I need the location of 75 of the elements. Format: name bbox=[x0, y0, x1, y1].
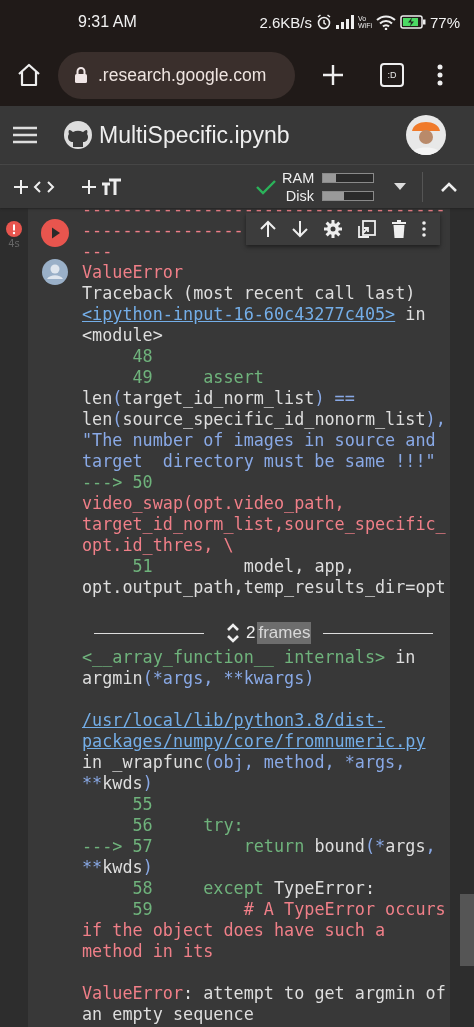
menu-icon[interactable] bbox=[437, 64, 443, 86]
file-link[interactable]: <ipython-input-16-60c43277c405> bbox=[82, 304, 396, 325]
avatar[interactable] bbox=[406, 115, 446, 155]
code-line: ---> 57 return bound(*args, bbox=[82, 836, 436, 857]
code-line: if the object does have such a bbox=[82, 920, 386, 941]
execution-time: 4s bbox=[8, 238, 20, 249]
battery-icon bbox=[399, 15, 426, 29]
code-line: len(source_specific_id_nonorm_list), bbox=[82, 409, 446, 430]
code-line: 49 assert bbox=[131, 367, 264, 388]
code-line: 56 try: bbox=[131, 815, 244, 836]
network-speed: 2.6KB/s bbox=[259, 13, 312, 31]
clock-time: 9:31 AM bbox=[78, 13, 137, 31]
expand-collapse-icon[interactable] bbox=[226, 621, 240, 645]
resource-meter bbox=[322, 190, 374, 201]
code-line: **kwds) bbox=[82, 857, 153, 878]
resource-label: RAM bbox=[282, 169, 314, 186]
check-icon bbox=[256, 178, 276, 195]
tab-switcher-button[interactable]: :D bbox=[380, 63, 404, 87]
code-line: **kwds) bbox=[82, 773, 153, 794]
code-line: argmin(*args, **kwargs) bbox=[82, 668, 315, 689]
github-icon bbox=[63, 120, 93, 150]
code-line: 59 # A TypeError occurs bbox=[131, 899, 446, 920]
battery-percent: 77% bbox=[429, 13, 460, 31]
code-line: --- bbox=[82, 241, 113, 262]
resource-label: Disk bbox=[284, 187, 314, 204]
code-line: video_swap(opt.video_path, bbox=[82, 493, 345, 514]
code-line: target directory must be same !!!" bbox=[82, 451, 436, 472]
code-line: <module> bbox=[82, 325, 163, 346]
output-user-icon bbox=[42, 259, 68, 285]
code-line: Traceback (most recent call last) bbox=[82, 283, 416, 304]
run-button[interactable] bbox=[41, 219, 69, 247]
resource-meter bbox=[322, 172, 374, 183]
code-line: opt.id_thres, \ bbox=[82, 535, 234, 556]
code-line: 58 except TypeError: bbox=[131, 878, 375, 899]
code-line: 55 bbox=[131, 794, 153, 815]
settings-icon[interactable] bbox=[324, 220, 342, 238]
frames-toggle[interactable]: frames bbox=[257, 622, 312, 644]
chevron-up-icon[interactable] bbox=[440, 180, 458, 193]
menu-icon[interactable] bbox=[13, 126, 37, 144]
code-line: ---> 50 bbox=[82, 472, 153, 493]
code-line: in _wrapfunc(obj, method, *args, bbox=[82, 752, 406, 773]
code-line: ValueError bbox=[82, 262, 184, 283]
code-line: 48 bbox=[131, 346, 153, 367]
more-icon[interactable] bbox=[422, 221, 426, 237]
new-tab-icon[interactable] bbox=[322, 64, 344, 86]
add-text-icon[interactable] bbox=[82, 177, 122, 196]
code-line: len(target_id_norm_list) == bbox=[82, 388, 355, 409]
move-down-icon[interactable] bbox=[292, 220, 308, 238]
code-line: opt.output_path,temp_results_dir=opt bbox=[82, 577, 446, 598]
code-line: method in its bbox=[82, 941, 214, 962]
move-up-icon[interactable] bbox=[260, 220, 276, 238]
code-line: ---------------- bbox=[82, 220, 244, 241]
code-line: ValueError: attempt to get argmin of bbox=[82, 983, 446, 1004]
lock-icon bbox=[74, 66, 88, 84]
file-link[interactable]: /usr/local/lib/python3.8/dist- bbox=[82, 710, 386, 731]
open-in-window-icon[interactable] bbox=[358, 220, 376, 238]
url-text: .research.google.com bbox=[98, 64, 267, 86]
address-bar[interactable]: .research.google.com bbox=[58, 51, 295, 99]
notebook-title[interactable]: MultiSpecific.ipynb bbox=[99, 121, 290, 149]
signal-icon bbox=[335, 15, 354, 29]
scrollbar-thumb[interactable] bbox=[460, 894, 474, 966]
wifi-icon bbox=[375, 14, 396, 30]
error-icon bbox=[6, 221, 22, 237]
code-line: <ipython-input-16-60c43277c405> in bbox=[82, 304, 426, 325]
home-icon[interactable] bbox=[16, 62, 42, 88]
code-line: <__array_function__ internals> in bbox=[82, 647, 416, 668]
code-line: target_id_norm_list,source_specific_ bbox=[82, 514, 446, 535]
code-line: "The number of images in source and bbox=[82, 430, 436, 451]
caret-icon[interactable] bbox=[394, 182, 406, 191]
delete-icon[interactable] bbox=[392, 220, 406, 238]
alarm-icon bbox=[315, 14, 332, 30]
frames-count: 2 bbox=[246, 623, 256, 643]
file-link[interactable]: packages/numpy/core/fromnumeric.py bbox=[82, 731, 426, 752]
code-line: an empty sequence bbox=[82, 1004, 254, 1025]
code-line: 51 model, app, bbox=[131, 556, 355, 577]
